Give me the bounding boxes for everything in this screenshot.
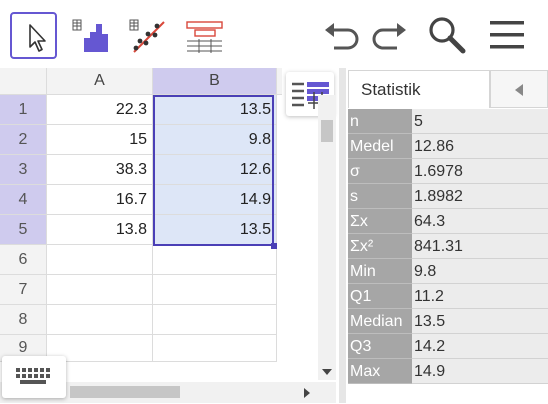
column-header-c[interactable] (277, 68, 282, 95)
stat-label: Median (348, 309, 412, 334)
column-header-b[interactable]: B (153, 68, 277, 95)
stat-value: 14.2 (412, 334, 548, 359)
tab-collapse[interactable] (490, 70, 548, 108)
cell-a7[interactable] (47, 275, 153, 305)
row-header-4[interactable]: 4 (0, 185, 47, 215)
cell-b1[interactable]: 13.5 (153, 95, 277, 125)
scroll-right-arrow[interactable] (302, 386, 312, 398)
cell-a8[interactable] (47, 305, 153, 335)
stat-value: 14.9 (412, 359, 548, 384)
regression-tool-button[interactable] (124, 12, 171, 59)
cell-a1[interactable]: 22.3 (47, 95, 153, 125)
stat-value: 1.6978 (412, 159, 548, 184)
stat-label: σ (348, 159, 412, 184)
cell-b7[interactable] (153, 275, 277, 305)
histogram-tool-button[interactable] (67, 12, 114, 59)
scroll-down-arrow[interactable] (321, 364, 333, 375)
triangle-left-icon (515, 84, 523, 96)
main-menu-button[interactable] (488, 18, 526, 52)
row-header-2[interactable]: 2 (0, 125, 47, 155)
triangle-down-icon (322, 369, 332, 375)
horizontal-scroll-thumb[interactable] (70, 386, 180, 398)
stat-value: 5 (412, 109, 548, 134)
stat-value: 11.2 (412, 284, 548, 309)
stat-label: Q3 (348, 334, 412, 359)
search-button[interactable] (426, 14, 468, 56)
stat-label: Min (348, 259, 412, 284)
cell-b3[interactable]: 12.6 (153, 155, 277, 185)
vertical-scroll-thumb[interactable] (321, 120, 333, 142)
keyboard-icon (16, 368, 50, 384)
redo-icon (372, 23, 406, 50)
stat-value: 13.5 (412, 309, 548, 334)
toolbar (0, 0, 548, 68)
stat-label: Q1 (348, 284, 412, 309)
panel-divider[interactable] (339, 68, 346, 403)
triangle-right-icon (304, 388, 310, 398)
cell-b2[interactable]: 9.8 (153, 125, 277, 155)
cell-b5[interactable]: 13.5 (153, 215, 277, 245)
column-header-a[interactable]: A (47, 68, 153, 95)
tab-statistik[interactable]: Statistik (348, 70, 490, 108)
stat-label: n (348, 109, 412, 134)
stat-label: Σx (348, 209, 412, 234)
stat-value: 9.8 (412, 259, 548, 284)
row-header-5[interactable]: 5 (0, 215, 47, 245)
stat-value: 1.8982 (412, 184, 548, 209)
cell-a4[interactable]: 16.7 (47, 185, 153, 215)
histogram-icon (72, 19, 108, 52)
stat-value: 64.3 (412, 209, 548, 234)
cell-b9[interactable] (153, 335, 277, 362)
row-header-6[interactable]: 6 (0, 245, 47, 275)
stat-label: s (348, 184, 412, 209)
keyboard-button[interactable] (2, 356, 66, 398)
search-icon (429, 17, 466, 54)
cell-a2[interactable]: 15 (47, 125, 153, 155)
redo-button[interactable] (369, 18, 409, 54)
boxplot-icon (186, 21, 223, 53)
stat-value: 841.31 (412, 234, 548, 259)
cell-b8[interactable] (153, 305, 277, 335)
fill-handle[interactable] (271, 243, 277, 249)
menu-icon (490, 21, 524, 49)
stat-label: Max (348, 359, 412, 384)
cell-a6[interactable] (47, 245, 153, 275)
undo-icon (325, 23, 359, 50)
cell-b4[interactable]: 14.9 (153, 185, 277, 215)
row-header-1[interactable]: 1 (0, 95, 47, 125)
stat-label: Σx² (348, 234, 412, 259)
cell-a3[interactable]: 38.3 (47, 155, 153, 185)
multivariable-tool-button[interactable] (181, 12, 228, 59)
undo-button[interactable] (322, 18, 362, 54)
row-header-7[interactable]: 7 (0, 275, 47, 305)
row-header-8[interactable]: 8 (0, 305, 47, 335)
move-tool-button[interactable] (10, 12, 57, 59)
row-header-3[interactable]: 3 (0, 155, 47, 185)
regression-icon (129, 19, 165, 53)
corner-header (0, 68, 47, 95)
cell-a5[interactable]: 13.8 (47, 215, 153, 245)
stat-label: Medel (348, 134, 412, 159)
stat-value: 12.86 (412, 134, 548, 159)
cursor-icon (29, 24, 46, 52)
cell-b6[interactable] (153, 245, 277, 275)
